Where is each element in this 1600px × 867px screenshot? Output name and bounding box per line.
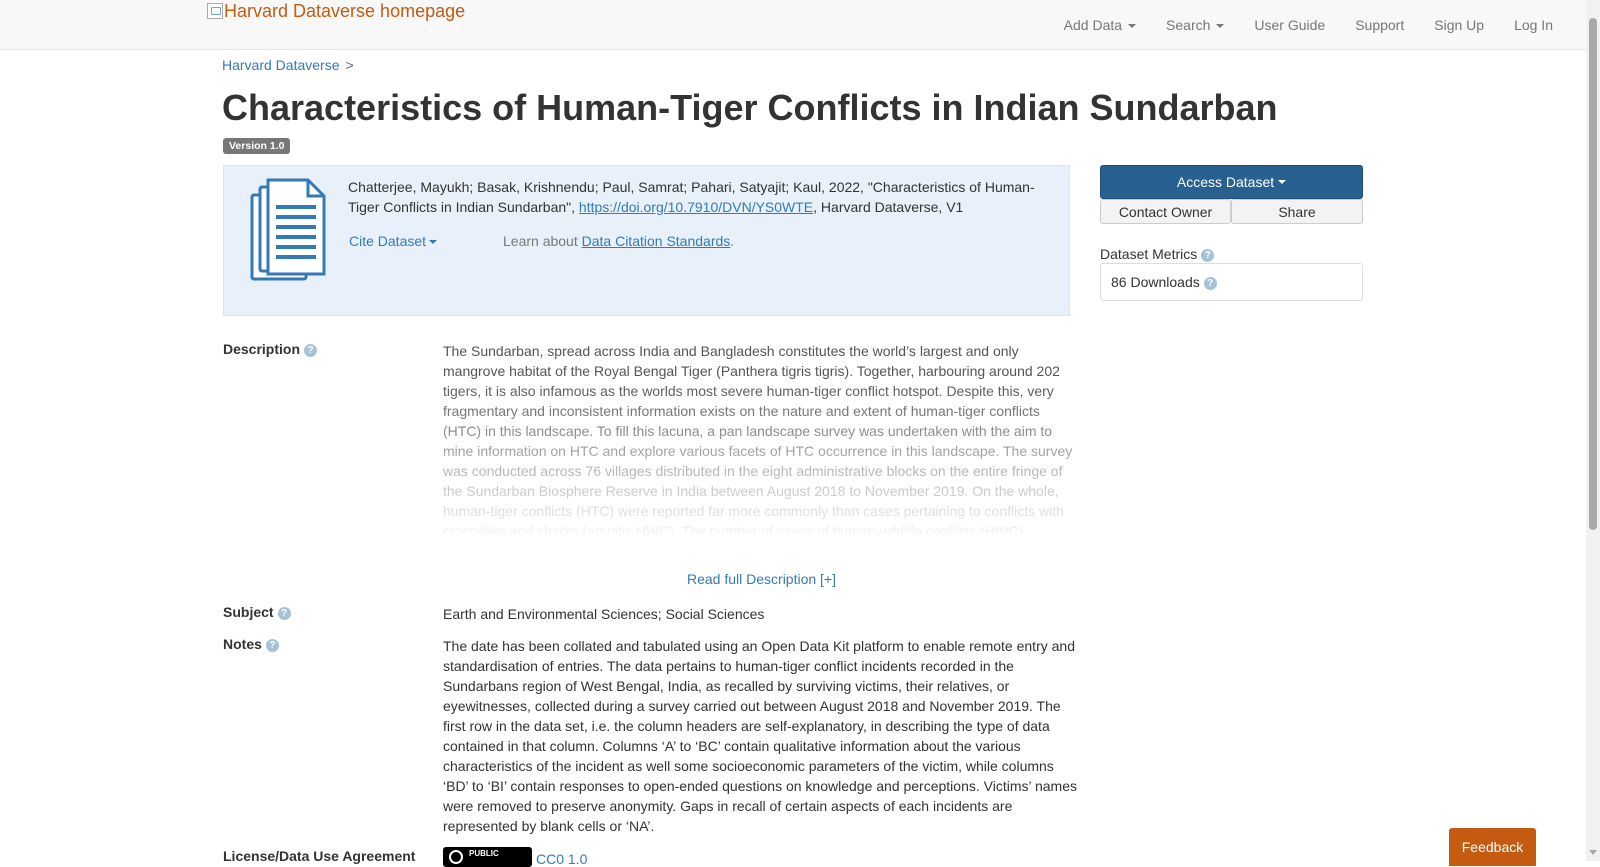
help-icon[interactable]: ? — [265, 639, 279, 652]
breadcrumb-separator: > — [345, 57, 354, 73]
version-badge: Version 1.0 — [223, 138, 291, 154]
description-fade-overlay — [443, 381, 1080, 536]
cite-dataset-dropdown[interactable]: Cite Dataset — [349, 233, 438, 249]
downloads-count: 86 Downloads — [1111, 274, 1200, 290]
cc0-license-badge[interactable]: PUBLIC — [443, 847, 532, 867]
share-button[interactable]: Share — [1231, 199, 1363, 224]
breadcrumb: Harvard Dataverse > — [222, 57, 354, 73]
citation-text: Chatterjee, Mayukh; Basak, Krishnendu; P… — [348, 177, 1048, 217]
access-dataset-button[interactable]: Access Dataset — [1100, 165, 1363, 199]
learn-about-text: Learn about Data Citation Standards. — [503, 233, 734, 249]
nav-sign-up[interactable]: Sign Up — [1419, 0, 1499, 50]
access-dataset-label: Access Dataset — [1176, 174, 1275, 190]
license-badge-text: PUBLIC — [469, 849, 499, 858]
nav-menu: Add Data Search User Guide Support Sign … — [1049, 0, 1586, 50]
scrollbar-thumb[interactable] — [1589, 18, 1597, 530]
scroll-down-arrow-icon[interactable] — [1589, 850, 1597, 855]
contact-owner-button[interactable]: Contact Owner — [1100, 199, 1231, 224]
description-label-row: Description? — [223, 341, 318, 357]
page-title: Characteristics of Human-Tiger Conflicts… — [222, 87, 1278, 128]
nav-log-in[interactable]: Log In — [1499, 0, 1586, 50]
doi-link[interactable]: https://doi.org/10.7910/DVN/YS0WTE — [579, 199, 813, 215]
help-icon[interactable]: ? — [1203, 277, 1217, 290]
subject-label: Subject — [223, 604, 274, 620]
breadcrumb-root-link[interactable]: Harvard Dataverse — [222, 57, 340, 73]
dataset-metrics-label: Dataset Metrics — [1100, 246, 1198, 262]
cite-dataset-label: Cite Dataset — [349, 233, 427, 249]
nav-search-label: Search — [1166, 17, 1211, 33]
nav-support[interactable]: Support — [1340, 0, 1419, 50]
dataset-document-icon — [250, 178, 326, 281]
subject-label-row: Subject? — [223, 604, 291, 620]
nav-add-data[interactable]: Add Data — [1049, 0, 1151, 50]
brand-text: Harvard Dataverse homepage — [224, 0, 466, 21]
notes-label-row: Notes? — [223, 636, 279, 652]
notes-label: Notes — [223, 636, 262, 652]
notes-value: The date has been collated and tabulated… — [443, 638, 1078, 834]
page-scrollbar[interactable] — [1586, 0, 1600, 861]
caret-down-icon — [1216, 24, 1225, 29]
feedback-button[interactable]: Feedback — [1449, 828, 1536, 866]
license-label: License/Data Use Agreement — [223, 848, 416, 864]
help-icon[interactable]: ? — [304, 344, 318, 357]
nav-add-data-label: Add Data — [1063, 17, 1123, 33]
caret-down-icon — [1278, 180, 1287, 184]
dataset-metrics-heading: Dataset Metrics? — [1100, 246, 1215, 262]
license-link[interactable]: CC0 1.0 — [536, 851, 587, 867]
subject-value: Earth and Environmental Sciences; Social… — [443, 606, 765, 622]
read-full-description-link[interactable]: Read full Description [+] — [443, 571, 1080, 587]
data-citation-standards-link[interactable]: Data Citation Standards — [582, 233, 731, 249]
nav-search[interactable]: Search — [1151, 0, 1239, 50]
creative-commons-icon — [449, 850, 463, 864]
help-icon[interactable]: ? — [277, 607, 291, 620]
nav-user-guide[interactable]: User Guide — [1239, 0, 1340, 50]
top-navbar: Harvard Dataverse homepage Add Data Sear… — [0, 0, 1586, 50]
learn-about-prefix: Learn about — [503, 233, 582, 249]
caret-down-icon — [1128, 24, 1137, 29]
citation-box: Chatterjee, Mayukh; Basak, Krishnendu; P… — [223, 165, 1070, 316]
description-label: Description — [223, 341, 301, 357]
citation-publisher: , Harvard Dataverse, V1 — [813, 199, 964, 215]
metrics-panel: 86 Downloads? — [1100, 263, 1363, 301]
caret-down-icon — [429, 240, 438, 245]
brand-logo-link[interactable]: Harvard Dataverse homepage — [207, 0, 465, 22]
help-icon[interactable]: ? — [1201, 249, 1215, 262]
learn-about-suffix: . — [730, 233, 735, 249]
broken-image-icon — [207, 3, 223, 19]
